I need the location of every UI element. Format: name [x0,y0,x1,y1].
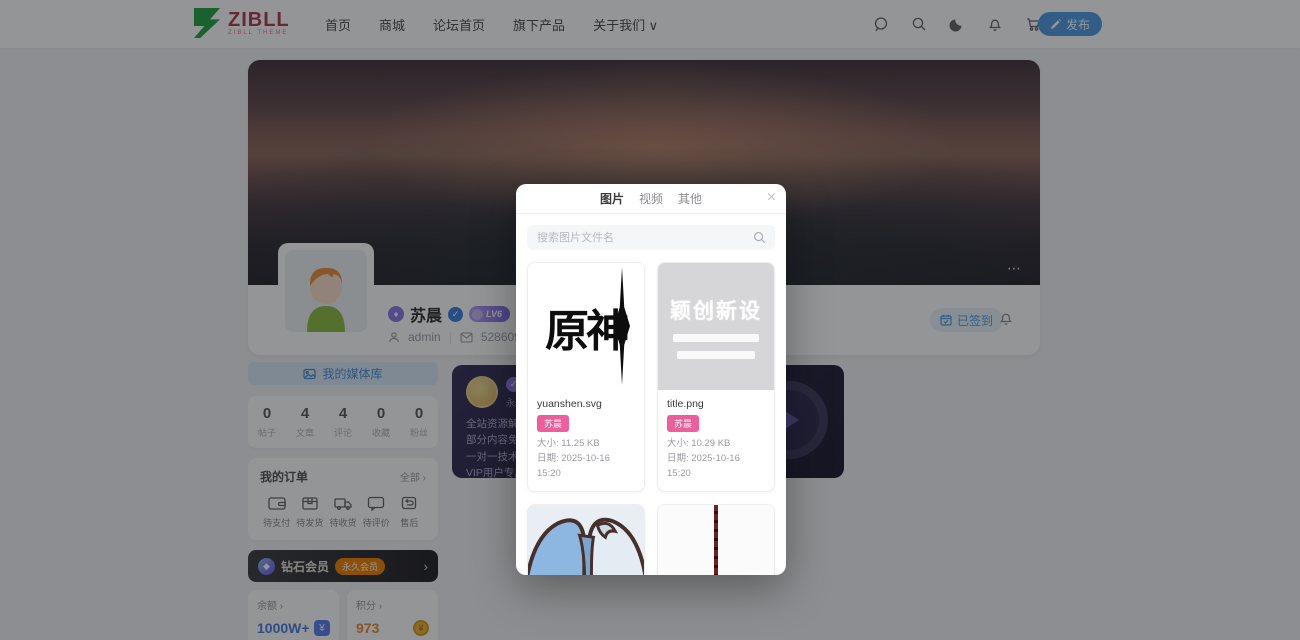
file-date: 日期: 2025-10-16 15:20 [667,451,765,481]
file-card-partial-redline[interactable] [657,504,775,575]
tab-other[interactable]: 其他 [678,190,702,207]
file-name: title.png [667,398,765,410]
media-grid: 原神 yuanshen.svg 苏晨 大小: 11.25 KB 日期: 2025… [527,262,775,575]
file-preview-anime [528,505,644,575]
file-card-partial-anime[interactable] [527,504,645,575]
genshin-logo-spike [614,267,630,385]
red-rope-graphic [714,505,718,575]
file-name: yuanshen.svg [537,398,635,410]
media-library-modal: 图片 视频 其他 × 原神 yuanshen.svg 苏晨 大小: 11.25 … [516,184,786,575]
title-image-textbar [677,351,755,359]
file-size: 大小: 11.25 KB [537,436,635,451]
close-icon[interactable]: × [767,188,776,208]
media-search [527,225,775,250]
file-preview-redline [658,505,774,575]
modal-header: 图片 视频 其他 × [516,184,786,214]
file-owner-badge: 苏晨 [667,415,699,432]
tab-images[interactable]: 图片 [600,190,624,207]
file-preview-title: 颖创新设 [658,263,774,390]
file-date: 日期: 2025-10-16 15:20 [537,451,635,481]
tab-videos[interactable]: 视频 [639,190,663,207]
file-preview-genshin: 原神 [528,263,644,390]
file-size: 大小: 10.29 KB [667,436,765,451]
media-search-input[interactable] [527,225,775,250]
title-image-text: 颖创新设 [670,295,762,325]
search-icon [753,231,766,244]
title-image-textbar [673,334,759,342]
file-card-title[interactable]: 颖创新设 title.png 苏晨 大小: 10.29 KB 日期: 2025-… [657,262,775,492]
file-card-yuanshen[interactable]: 原神 yuanshen.svg 苏晨 大小: 11.25 KB 日期: 2025… [527,262,645,492]
file-owner-badge: 苏晨 [537,415,569,432]
